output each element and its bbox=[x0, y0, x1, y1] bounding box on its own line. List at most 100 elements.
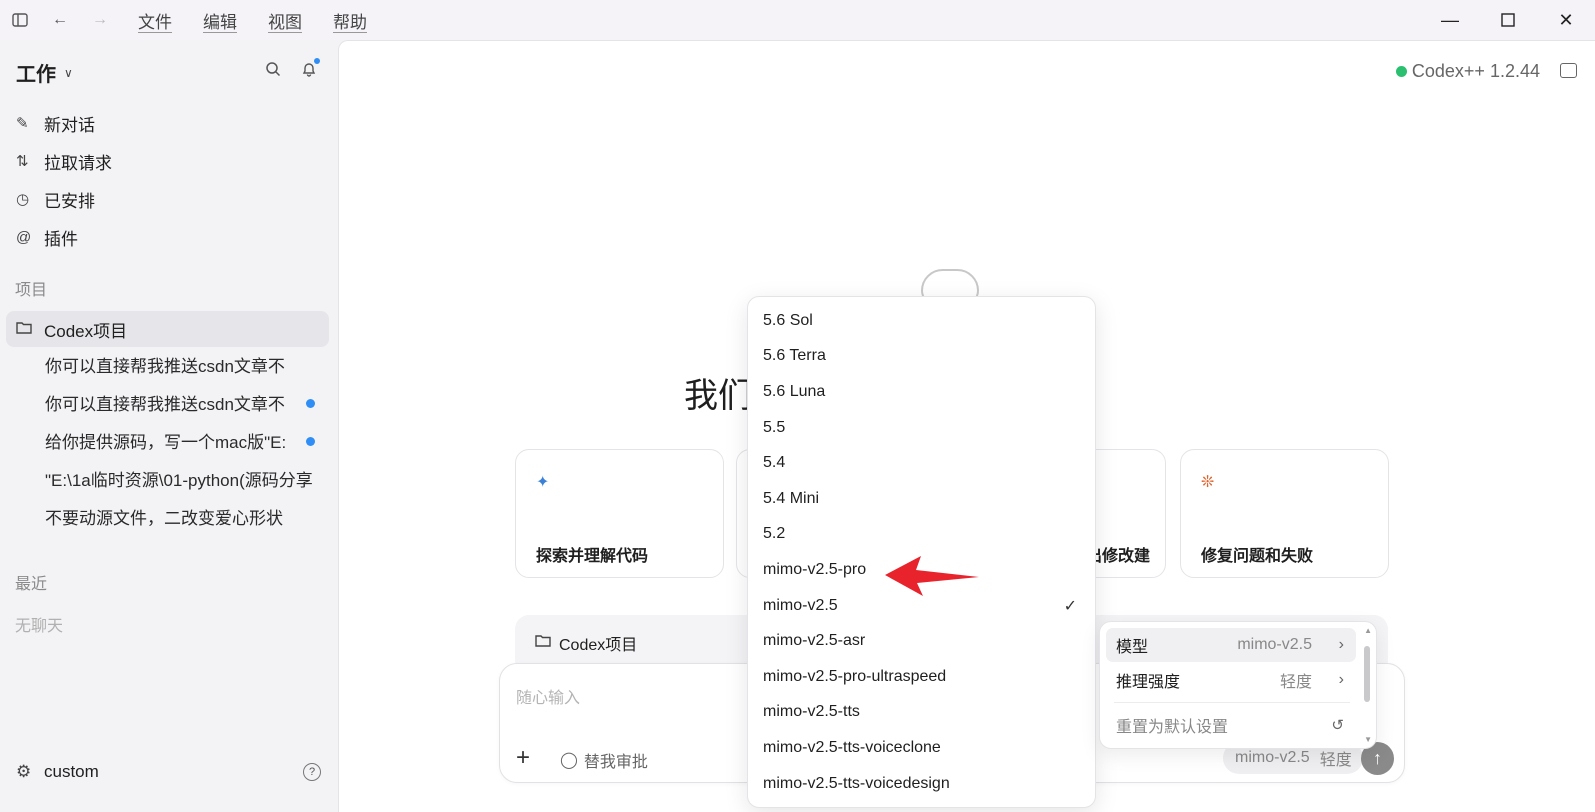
close-button[interactable]: ✕ bbox=[1537, 0, 1595, 40]
annotation-arrow-icon bbox=[885, 556, 979, 596]
menu-edit[interactable]: 编辑 bbox=[203, 8, 237, 33]
model-option[interactable]: 5.2 bbox=[748, 517, 1095, 553]
project-item[interactable]: Codex项目 bbox=[6, 311, 329, 347]
panel-toggle-icon[interactable] bbox=[1560, 63, 1577, 78]
model-option[interactable]: 5.6 Sol bbox=[748, 303, 1095, 339]
checkmark-icon: ✓ bbox=[1063, 597, 1077, 615]
effort-menu-row[interactable]: 推理强度 轻度 › bbox=[1106, 663, 1356, 697]
model-menu-value: mimo-v2.5 bbox=[1237, 636, 1312, 653]
thread-title: 给你提供源码，写一个mac版"E: bbox=[45, 432, 287, 452]
model-chip-effort: 轻度 bbox=[1319, 752, 1352, 769]
telescope-icon: ✦ bbox=[536, 474, 550, 491]
window-controls: — ✕ bbox=[1421, 0, 1595, 40]
effort-menu-label: 推理强度 bbox=[1116, 674, 1181, 691]
status-dot bbox=[1395, 66, 1407, 77]
context-project[interactable]: Codex项目 bbox=[535, 631, 637, 655]
sidebar-item-label: 插件 bbox=[44, 229, 78, 249]
model-option[interactable]: 5.4 bbox=[748, 445, 1095, 481]
empty-recent-text: 无聊天 bbox=[15, 618, 64, 635]
title-bar: ← → 文件 编辑 视图 帮助 — ✕ bbox=[0, 0, 1595, 40]
option-label: mimo-v2.5-tts-voicedesign bbox=[763, 774, 950, 792]
model-option[interactable]: 5.6 Luna bbox=[748, 374, 1095, 410]
scroll-up-icon[interactable]: ▲ bbox=[1364, 626, 1372, 635]
back-arrow-icon[interactable]: ← bbox=[40, 0, 80, 40]
help-icon[interactable]: ? bbox=[303, 763, 321, 781]
list-item[interactable]: 你可以直接帮我推送csdn文章不 bbox=[45, 345, 325, 383]
option-label: 5.6 Luna bbox=[763, 382, 826, 400]
model-option[interactable]: mimo-v2.5-tts-voicedesign bbox=[748, 766, 1095, 802]
suggestion-card-explore[interactable]: ✦ 探索并理解代码 bbox=[515, 449, 724, 578]
notification-dot bbox=[314, 58, 320, 64]
menu-help[interactable]: 帮助 bbox=[333, 8, 367, 33]
notification-bell-icon[interactable] bbox=[300, 58, 320, 78]
model-option[interactable]: mimo-v2.5-pro-ultraspeed bbox=[748, 659, 1095, 695]
folder-icon bbox=[16, 319, 44, 339]
card-title: 修复问题和失败 bbox=[1201, 548, 1314, 565]
option-label: mimo-v2.5 bbox=[763, 596, 838, 614]
model-option[interactable]: mimo-v2.5-tts-voiceclone bbox=[748, 730, 1095, 766]
search-icon[interactable] bbox=[264, 60, 282, 78]
sidebar-tools bbox=[264, 58, 320, 78]
shield-icon: ◯ bbox=[560, 752, 578, 769]
model-option[interactable]: mimo-v2.5-asr bbox=[748, 623, 1095, 659]
model-option[interactable]: mimo-v2.5-tts bbox=[748, 695, 1095, 731]
forward-arrow-icon[interactable]: → bbox=[80, 0, 120, 40]
sidebar-item-pull-requests[interactable]: ⇅ 拉取请求 bbox=[16, 142, 326, 180]
edit-icon: ✎ bbox=[16, 115, 29, 132]
menu-file[interactable]: 文件 bbox=[138, 8, 172, 33]
bug-icon: ❊ bbox=[1201, 474, 1215, 491]
reset-defaults-row[interactable]: 重置为默认设置 ↺ bbox=[1106, 708, 1356, 742]
option-label: 5.6 Terra bbox=[763, 347, 826, 365]
list-item[interactable]: "E:\1a临时资源\01-python(源码分享 bbox=[45, 459, 325, 497]
sidebar-item-label: 新对话 bbox=[44, 115, 95, 135]
model-chip-model: mimo-v2.5 bbox=[1235, 749, 1310, 766]
option-label: mimo-v2.5-tts-voiceclone bbox=[763, 738, 941, 756]
pull-request-icon: ⇅ bbox=[16, 153, 29, 170]
workspace-name: 工作 bbox=[16, 64, 56, 86]
menu-view[interactable]: 视图 bbox=[268, 8, 302, 33]
effort-menu-value: 轻度 bbox=[1279, 674, 1312, 691]
project-name: Codex项目 bbox=[44, 321, 128, 341]
reset-label: 重置为默认设置 bbox=[1116, 719, 1229, 736]
model-option[interactable]: 5.5 bbox=[748, 410, 1095, 446]
thread-title: 你可以直接帮我推送csdn文章不 bbox=[45, 356, 285, 376]
reset-icon: ↺ bbox=[1331, 717, 1344, 734]
model-menu-row[interactable]: 模型 mimo-v2.5 › bbox=[1106, 628, 1356, 662]
thread-title: 你可以直接帮我推送csdn文章不 bbox=[45, 394, 285, 414]
account-name: custom bbox=[44, 762, 99, 781]
chevron-right-icon: › bbox=[1338, 636, 1344, 653]
scrollbar[interactable] bbox=[1364, 646, 1370, 702]
chevron-right-icon: › bbox=[1338, 671, 1344, 688]
option-label: 5.2 bbox=[763, 525, 786, 543]
model-option[interactable]: 5.6 Terra bbox=[748, 339, 1095, 375]
list-item[interactable]: 你可以直接帮我推送csdn文章不 bbox=[45, 383, 325, 421]
sidebar-item-new-chat[interactable]: ✎ 新对话 bbox=[16, 104, 326, 142]
minimize-button[interactable]: — bbox=[1421, 0, 1479, 40]
suggestion-card-fix[interactable]: ❊ 修复问题和失败 bbox=[1180, 449, 1389, 578]
menu-divider bbox=[1114, 702, 1350, 703]
scroll-down-icon[interactable]: ▼ bbox=[1364, 735, 1372, 744]
auto-approve-button[interactable]: ◯ 替我审批 bbox=[560, 748, 648, 772]
add-attachment-button[interactable]: + bbox=[516, 744, 530, 772]
sidebar: 工作 ∨ ✎ 新对话 ⇅ 拉取请求 ◷ 已安排 @ 插件 项目 Codex项目 … bbox=[0, 40, 338, 812]
projects-section-label: 项目 bbox=[15, 282, 48, 299]
folder-icon bbox=[535, 634, 559, 652]
settings-button[interactable]: ⚙ custom bbox=[16, 762, 99, 782]
option-label: 5.4 bbox=[763, 454, 786, 472]
sidebar-item-scheduled[interactable]: ◷ 已安排 bbox=[16, 180, 326, 218]
message-input[interactable]: 随心输入 bbox=[516, 684, 580, 708]
option-label: 5.4 Mini bbox=[763, 489, 820, 507]
sidebar-toggle-icon[interactable] bbox=[0, 0, 40, 40]
thread-title: "E:\1a临时资源\01-python(源码分享 bbox=[45, 470, 313, 490]
sidebar-item-label: 拉取请求 bbox=[44, 153, 112, 173]
sidebar-item-plugins[interactable]: @ 插件 bbox=[16, 218, 326, 256]
recent-section-label: 最近 bbox=[15, 576, 48, 593]
workspace-switcher[interactable]: 工作 ∨ bbox=[16, 58, 73, 87]
maximize-button[interactable] bbox=[1479, 0, 1537, 40]
list-item[interactable]: 不要动源文件，二改变爱心形状 bbox=[45, 497, 325, 535]
model-menu-label: 模型 bbox=[1116, 639, 1149, 656]
list-item[interactable]: 给你提供源码，写一个mac版"E: bbox=[45, 421, 325, 459]
model-option[interactable]: 5.4 Mini bbox=[748, 481, 1095, 517]
option-label: mimo-v2.5-pro-ultraspeed bbox=[763, 667, 947, 685]
clock-icon: ◷ bbox=[16, 191, 30, 208]
